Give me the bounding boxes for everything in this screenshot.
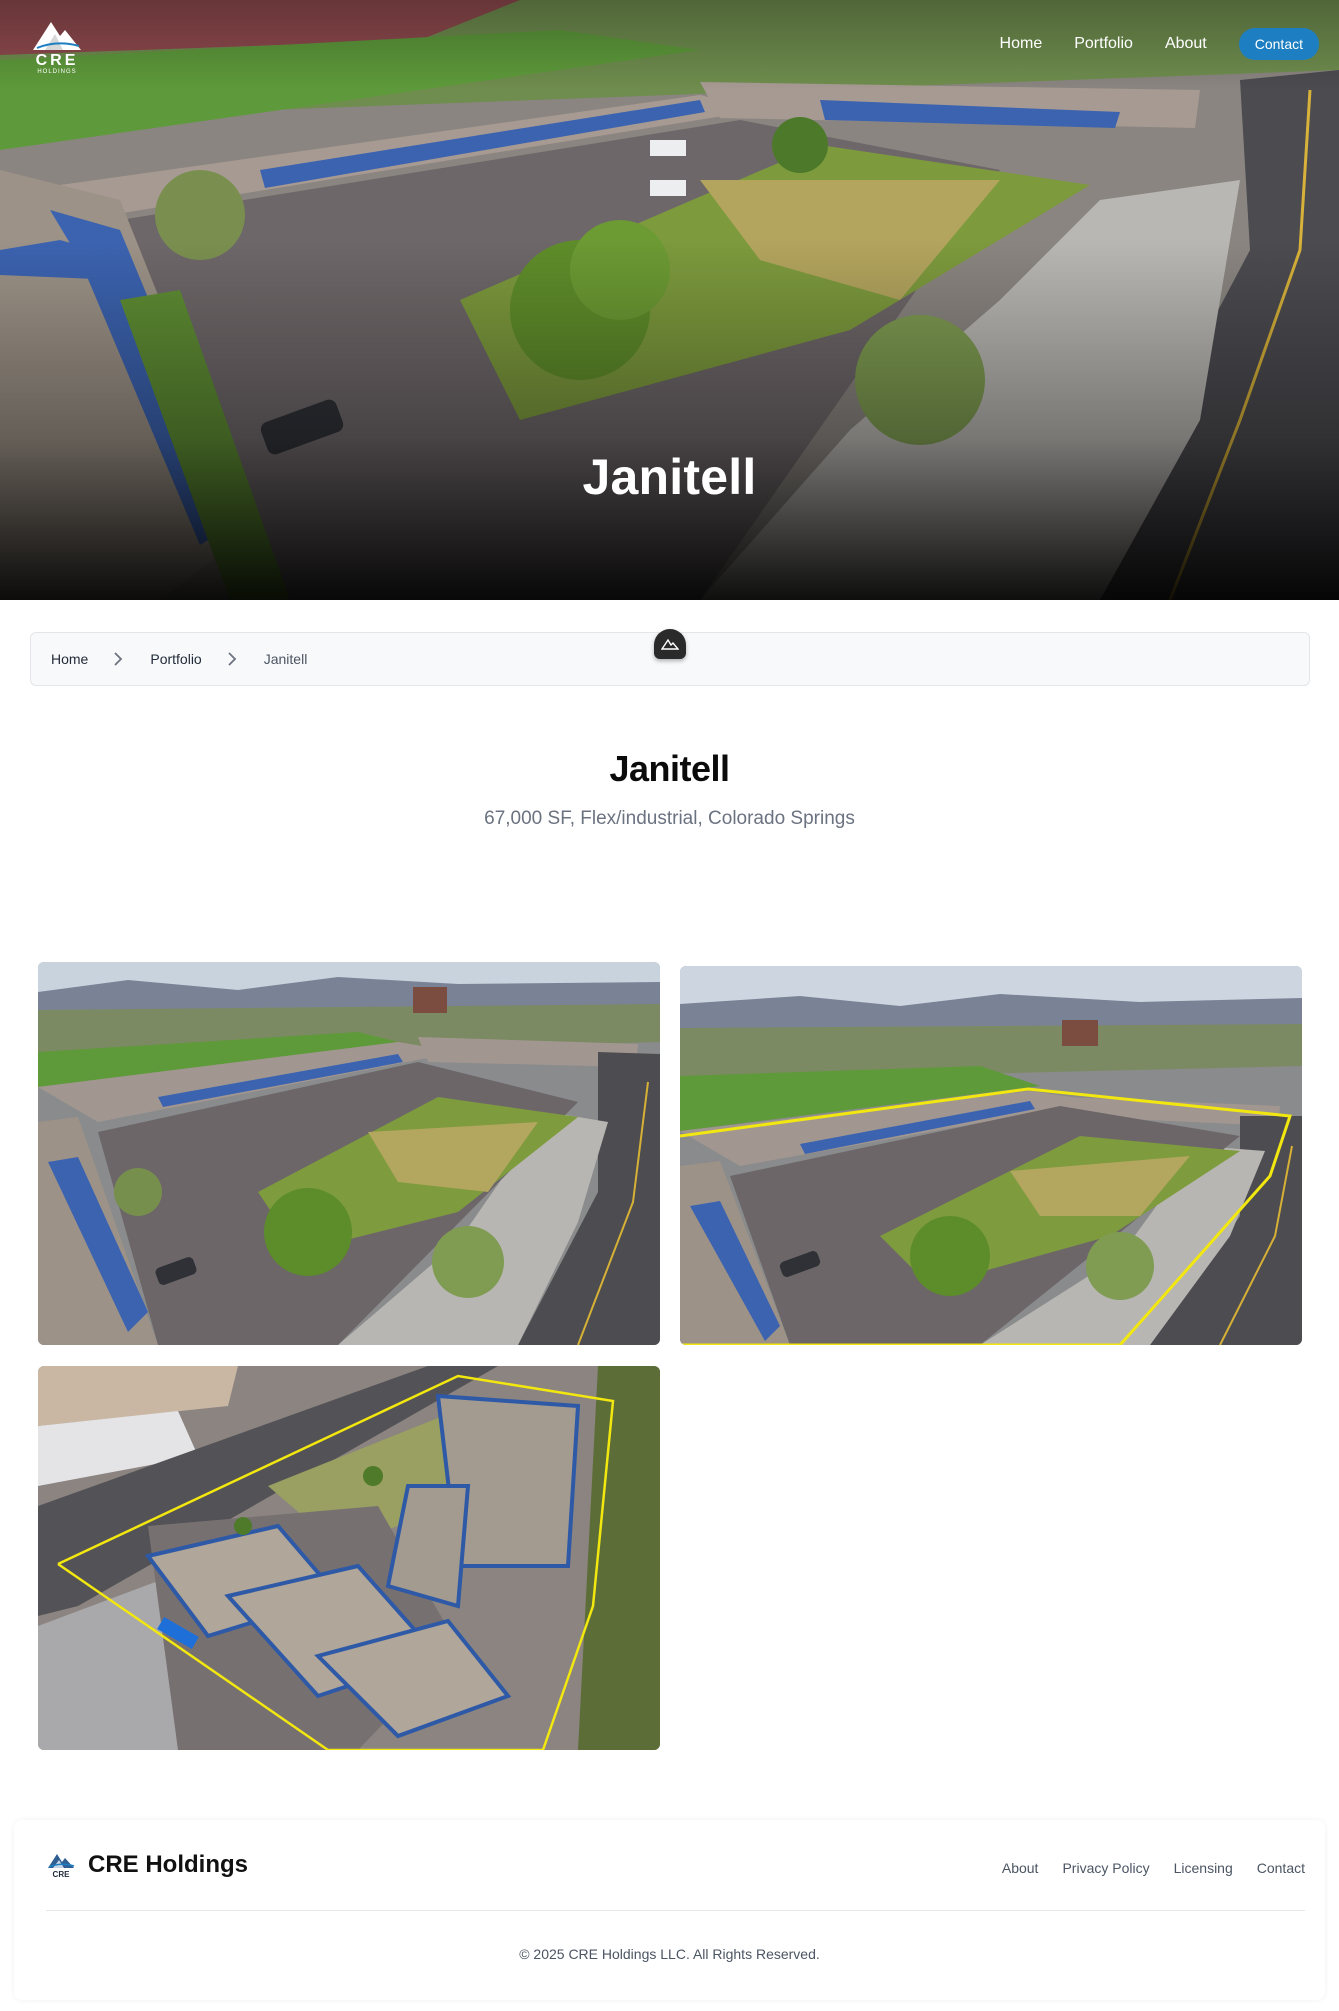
breadcrumb-home-link[interactable]: Home (51, 651, 88, 667)
gallery-photo-2[interactable] (680, 966, 1302, 1345)
site-footer: CRE CRE Holdings About Privacy Policy Li… (14, 1820, 1325, 2000)
hero-title: Janitell (582, 449, 757, 505)
breadcrumb-portfolio-link[interactable]: Portfolio (150, 651, 201, 667)
property-summary: 67,000 SF, Flex/industrial, Colorado Spr… (484, 808, 855, 829)
chevron-right-icon (114, 652, 123, 666)
footer-divider (46, 1910, 1305, 1911)
footer-links: About Privacy Policy Licensing Contact (978, 1860, 1305, 1876)
copyright-text: © 2025 CRE Holdings LLC. All Rights Rese… (519, 1946, 820, 1962)
mountain-logo-icon (33, 22, 81, 50)
aerial-photo-image (38, 962, 660, 1345)
main-nav: Home Portfolio About Contact (1000, 28, 1319, 60)
aerial-photo-outlined-image (680, 966, 1302, 1345)
chevron-right-icon (228, 652, 236, 666)
hero-banner: CRE HOLDINGS Home Portfolio About Contac… (0, 0, 1339, 600)
footer-about-link[interactable]: About (1002, 1860, 1039, 1876)
footer-brand[interactable]: CRE CRE Holdings (44, 1848, 248, 1882)
nav-home-link[interactable]: Home (1000, 35, 1043, 53)
footer-brand-name: CRE Holdings (88, 1851, 248, 1878)
footer-licensing-link[interactable]: Licensing (1174, 1860, 1233, 1876)
mountain-logo-icon: CRE (48, 1854, 75, 1879)
breadcrumb-current: Janitell (263, 651, 308, 667)
mountain-badge-icon (661, 638, 679, 650)
nav-about-link[interactable]: About (1165, 35, 1207, 53)
footer-privacy-link[interactable]: Privacy Policy (1062, 1860, 1149, 1876)
logo-subtext: HOLDINGS (37, 69, 77, 75)
brand-logo[interactable]: CRE HOLDINGS (27, 16, 87, 75)
floating-logo-badge[interactable] (654, 629, 686, 659)
gallery-photo-3[interactable] (38, 1366, 660, 1750)
gallery-photo-1[interactable] (38, 962, 660, 1345)
nav-contact-button[interactable]: Contact (1238, 28, 1319, 60)
footer-contact-link[interactable]: Contact (1257, 1860, 1305, 1876)
footer-logo-letters: CRE (53, 1870, 71, 1879)
logo-letters: CRE (35, 52, 79, 69)
nav-portfolio-link[interactable]: Portfolio (1074, 35, 1133, 53)
page-title: Janitell (609, 748, 730, 789)
aerial-overhead-outlined-image (38, 1366, 660, 1750)
